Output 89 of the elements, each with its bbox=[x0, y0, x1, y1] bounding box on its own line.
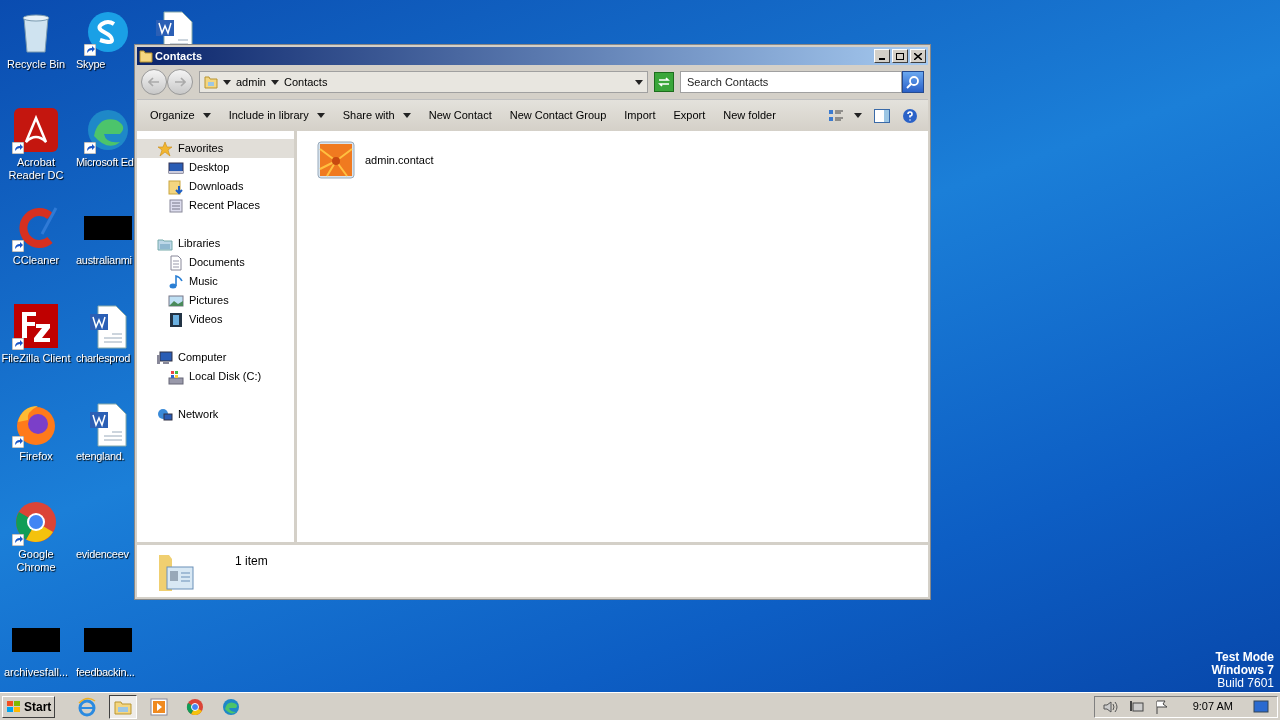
forward-arrow-icon bbox=[174, 77, 186, 87]
nav-item[interactable]: Videos bbox=[137, 310, 294, 329]
toolbar-button[interactable]: Share with bbox=[333, 103, 420, 128]
nav-item[interactable]: Pictures bbox=[137, 291, 294, 310]
maximize-icon bbox=[896, 52, 904, 60]
clock[interactable]: 9:07 AM bbox=[1192, 698, 1233, 715]
folder-download-icon bbox=[168, 178, 184, 195]
forward-button[interactable] bbox=[167, 69, 193, 95]
star-icon bbox=[157, 140, 173, 157]
recent-places-icon bbox=[168, 197, 184, 214]
toolbar-button[interactable]: Import bbox=[615, 103, 665, 128]
caret-icon bbox=[270, 79, 279, 85]
show-desktop-icon[interactable] bbox=[1253, 699, 1269, 714]
redacted-thumbnail-icon bbox=[84, 628, 132, 652]
help-icon bbox=[902, 107, 918, 124]
toolbar-button[interactable]: Organize bbox=[141, 103, 220, 128]
os-notice-text: Windows 7 bbox=[1211, 664, 1274, 677]
refresh-button[interactable] bbox=[654, 72, 674, 92]
toolbar-button[interactable]: Include in library bbox=[219, 103, 334, 128]
desktop-icon-label[interactable]: charlesprod bbox=[76, 352, 131, 365]
desktop-icon-label[interactable]: etengland. bbox=[76, 450, 125, 463]
folder-icon bbox=[204, 75, 218, 89]
desktop-icon-label[interactable]: archivesfall... bbox=[1, 666, 71, 679]
caret-icon bbox=[854, 113, 862, 118]
desktop-icon-label[interactable]: australianmi bbox=[76, 254, 132, 267]
close-icon bbox=[914, 52, 922, 60]
nav-item[interactable]: Recent Places bbox=[137, 196, 294, 215]
toolbar-button[interactable]: Export bbox=[664, 103, 715, 128]
caret-icon bbox=[223, 79, 231, 85]
acrobat-icon bbox=[12, 106, 60, 154]
hard-disk-icon bbox=[168, 368, 184, 385]
nav-item[interactable]: Downloads bbox=[137, 177, 294, 196]
folder-icon bbox=[139, 49, 153, 63]
address-bar[interactable]: admin Contacts bbox=[199, 71, 648, 93]
search-icon bbox=[906, 75, 920, 89]
desktop-icon-label[interactable]: feedbackin... bbox=[76, 666, 135, 679]
refresh-icon bbox=[657, 76, 671, 88]
nav-item[interactable]: Favorites bbox=[137, 139, 294, 158]
os-notice-text: Build 7601 bbox=[1217, 677, 1274, 690]
contact-photo-icon bbox=[317, 141, 355, 179]
desktop-icon-label[interactable]: Google Chrome bbox=[1, 548, 71, 574]
search-button[interactable] bbox=[902, 71, 924, 93]
desktop-icon-label[interactable]: Firefox bbox=[1, 450, 71, 463]
network-icon bbox=[157, 406, 173, 423]
toolbar-button[interactable]: New Contact Group bbox=[500, 103, 616, 128]
back-button[interactable] bbox=[141, 69, 167, 95]
caret-icon bbox=[635, 79, 643, 85]
breadcrumb[interactable]: admin bbox=[236, 73, 266, 91]
desktop-icon-label[interactable]: Acrobat Reader DC bbox=[1, 156, 71, 182]
minimize-button[interactable] bbox=[874, 49, 890, 63]
desktop-icon-label[interactable]: CCleaner bbox=[1, 254, 71, 267]
desktop-icon-label[interactable]: FileZilla Client bbox=[1, 352, 71, 365]
nav-item[interactable]: Documents bbox=[137, 253, 294, 272]
redacted-thumbnail-icon bbox=[84, 216, 132, 240]
back-arrow-icon bbox=[148, 77, 160, 87]
nav-item[interactable]: Local Disk (C:) bbox=[137, 367, 294, 386]
nav-item[interactable]: Libraries bbox=[137, 234, 294, 253]
computer-icon bbox=[157, 349, 173, 366]
window-title: Contacts bbox=[155, 48, 204, 64]
redacted-thumbnail-icon bbox=[12, 628, 60, 652]
film-icon bbox=[168, 311, 184, 328]
close-button[interactable] bbox=[910, 49, 926, 63]
desktop-icon bbox=[168, 159, 184, 176]
filezilla-icon bbox=[12, 302, 60, 350]
start-button[interactable]: Start bbox=[2, 695, 56, 718]
nav-item[interactable]: Computer bbox=[137, 348, 294, 367]
nav-item[interactable]: Desktop bbox=[137, 158, 294, 177]
speaker-icon[interactable] bbox=[1102, 699, 1119, 714]
desktop-icon-label[interactable]: Recycle Bin bbox=[1, 58, 71, 71]
network-icon[interactable] bbox=[1128, 699, 1145, 714]
desktop-icon-label[interactable]: Skype bbox=[76, 58, 106, 71]
os-notice-text: Test Mode bbox=[1215, 651, 1274, 664]
maximize-button[interactable] bbox=[892, 49, 908, 63]
file-name[interactable]: admin.contact bbox=[365, 151, 434, 169]
windows-logo-icon bbox=[6, 699, 22, 714]
nav-item[interactable]: Network bbox=[137, 405, 294, 424]
nav-item[interactable]: Music bbox=[137, 272, 294, 291]
music-note-icon bbox=[168, 273, 184, 290]
item-count: 1 item bbox=[235, 553, 268, 570]
preview-pane-icon bbox=[874, 108, 890, 123]
toolbar-button[interactable]: New folder bbox=[714, 103, 785, 128]
search-field[interactable]: Search Contacts bbox=[680, 71, 902, 93]
breadcrumb[interactable]: Contacts bbox=[283, 73, 328, 91]
desktop-icon-label[interactable]: evidenceev bbox=[76, 548, 129, 561]
document-icon bbox=[168, 254, 184, 271]
details-view-icon bbox=[828, 108, 844, 123]
picture-icon bbox=[168, 292, 184, 309]
toolbar-button[interactable]: New Contact bbox=[419, 103, 501, 128]
desktop-icon-label[interactable]: Microsoft Ed bbox=[76, 156, 134, 169]
